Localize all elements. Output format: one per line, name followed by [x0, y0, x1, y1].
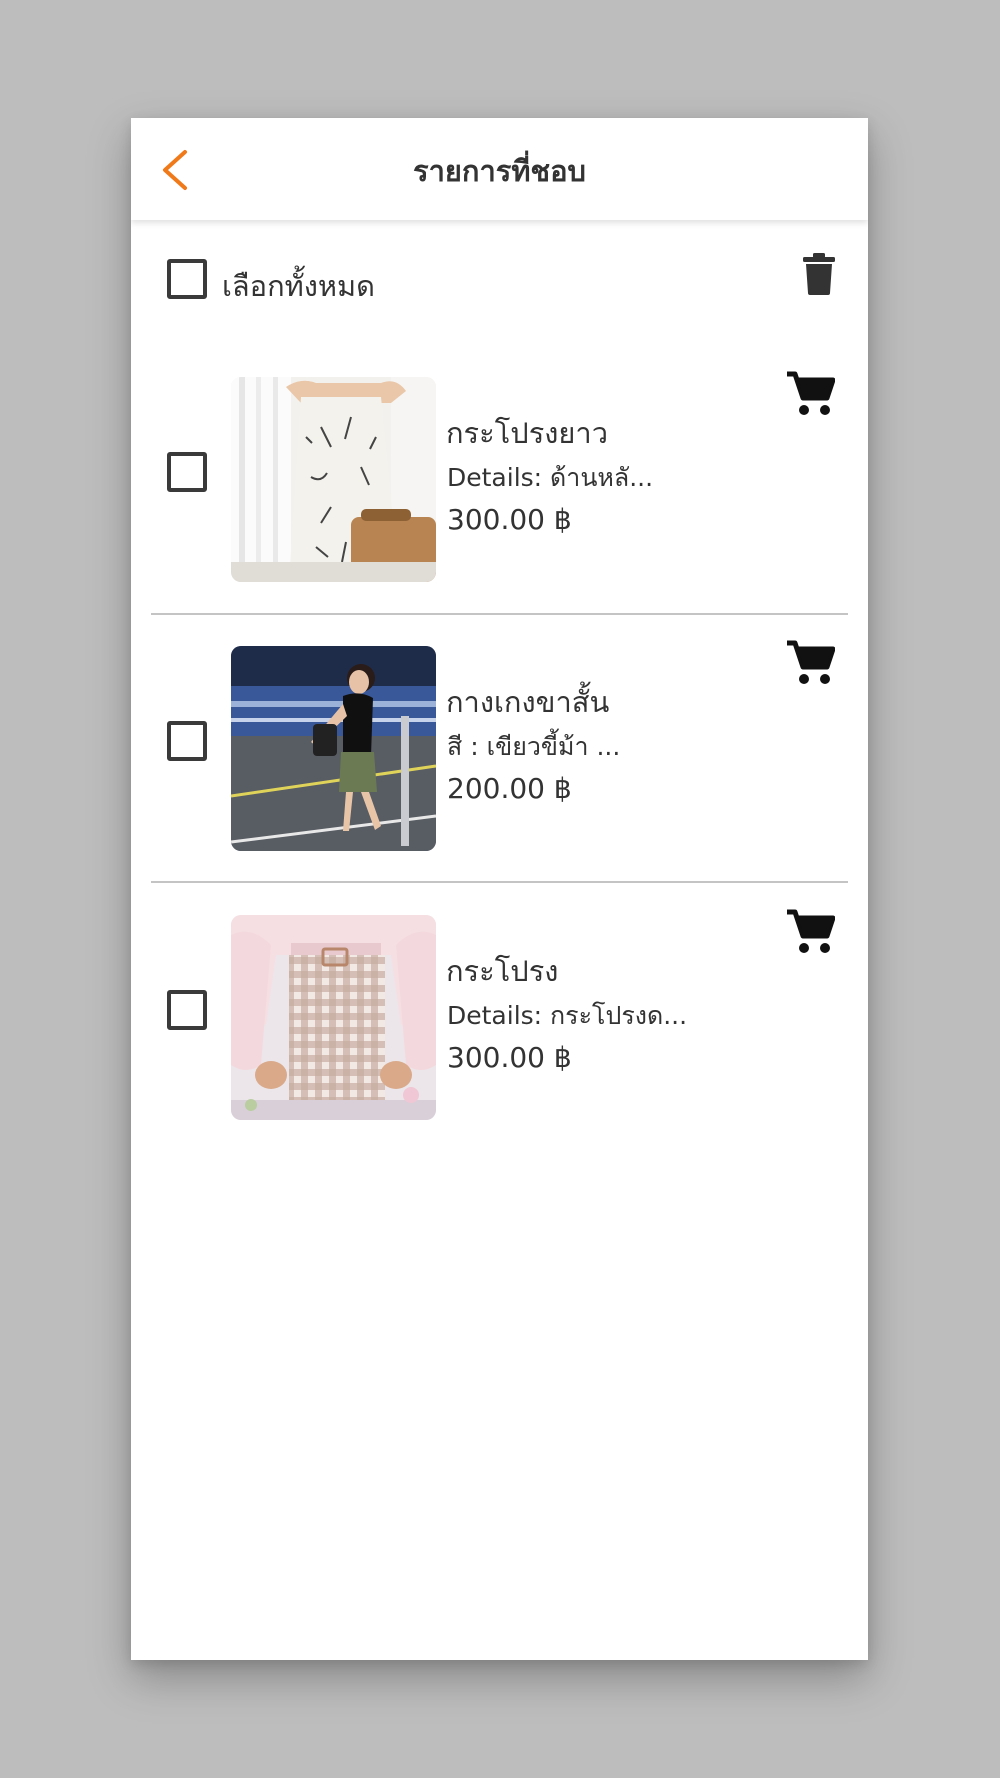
product-name: กางเกงขาสั้น [446, 685, 610, 719]
wishlist-item: กระโปรง Details: กระโปรงด... 300.00 ฿ [131, 874, 868, 1142]
product-name: กระโปรง [446, 954, 559, 988]
item-checkbox[interactable] [167, 452, 207, 492]
select-all-checkbox[interactable] [167, 259, 207, 299]
trash-icon [803, 253, 835, 295]
product-image[interactable] [231, 377, 436, 582]
product-detail: สี : เขียวขี้ม้า ... [447, 732, 621, 761]
item-checkbox[interactable] [167, 721, 207, 761]
product-image[interactable] [231, 646, 436, 851]
product-price: 300.00 ฿ [447, 503, 572, 536]
product-name: กระโปรงยาว [446, 416, 608, 450]
product-detail: Details: ด้านหลั... [447, 463, 654, 492]
product-detail: Details: กระโปรงด... [447, 1001, 688, 1030]
add-to-cart-button[interactable] [787, 370, 836, 416]
app-header: รายการที่ชอบ [131, 118, 868, 220]
product-image[interactable] [231, 915, 436, 1120]
delete-button[interactable] [803, 253, 835, 295]
select-all-row: เลือกทั้งหมด [131, 243, 868, 323]
item-checkbox[interactable] [167, 990, 207, 1030]
add-to-cart-button[interactable] [787, 908, 836, 954]
page-title: รายการที่ชอบ [413, 154, 586, 188]
app-screen: รายการที่ชอบ เลือกทั้งหมด กระโปรงยาว Det… [131, 118, 868, 1660]
wishlist-item: กระโปรงยาว Details: ด้านหลั... 300.00 ฿ [131, 336, 868, 604]
cart-icon [787, 640, 836, 684]
wishlist-item: กางเกงขาสั้น สี : เขียวขี้ม้า ... 200.00… [131, 605, 868, 873]
product-price: 300.00 ฿ [447, 1041, 572, 1074]
cart-icon [787, 371, 836, 415]
product-price: 200.00 ฿ [447, 772, 572, 805]
select-all-label: เลือกทั้งหมด [222, 269, 376, 303]
cart-icon [787, 909, 836, 953]
add-to-cart-button[interactable] [787, 639, 836, 685]
